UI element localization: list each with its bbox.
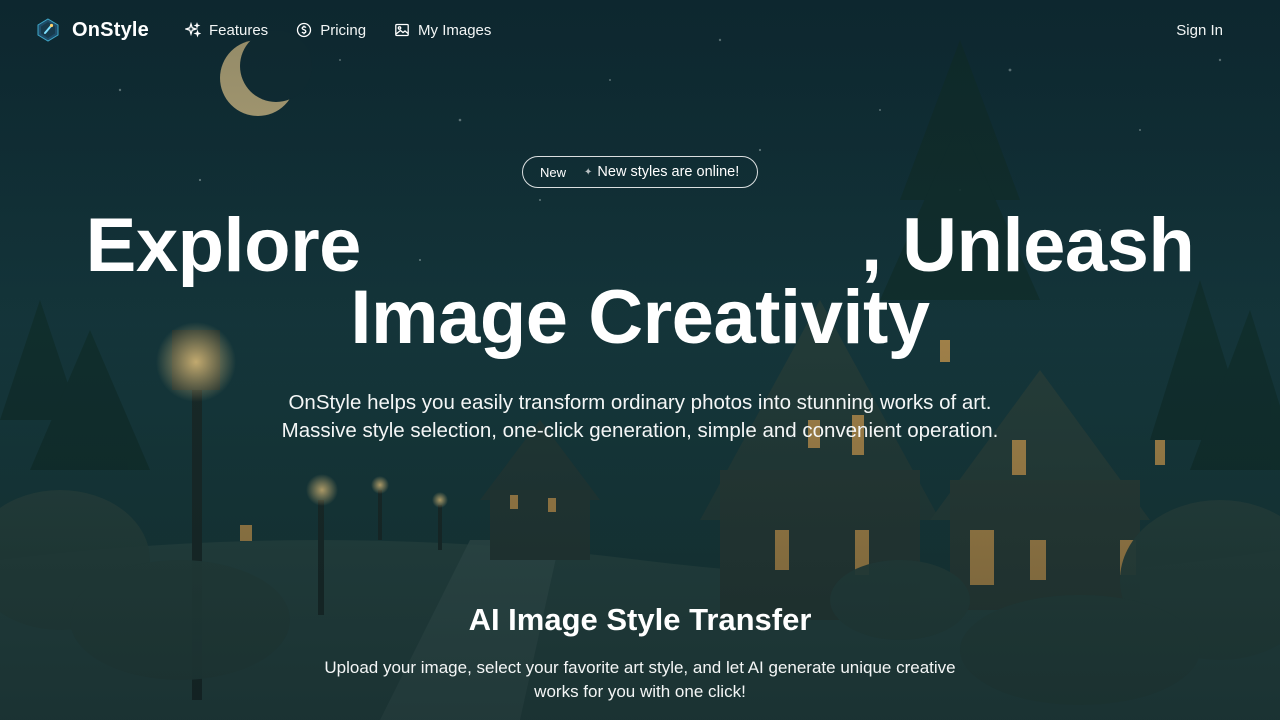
sparkle-icon: ✦ bbox=[584, 166, 593, 178]
nav-link-features[interactable]: Features bbox=[184, 21, 269, 39]
section-desc-line-2: works for you with one click! bbox=[534, 682, 746, 701]
badge-tag: New bbox=[540, 164, 567, 180]
badge-text: New styles are online! bbox=[597, 164, 740, 180]
sparkles-icon bbox=[184, 22, 201, 38]
hero-subtitle: OnStyle helps you easily transform ordin… bbox=[0, 389, 1280, 445]
image-icon bbox=[395, 23, 409, 37]
hero-headline: Explore , Unleash Image Creativity bbox=[0, 203, 1280, 360]
brand-logo[interactable]: OnStyle bbox=[36, 18, 149, 42]
top-navigation: OnStyle Features Pricing My Images Sign … bbox=[0, 0, 1280, 60]
nav-link-my-images[interactable]: My Images bbox=[394, 22, 491, 39]
logo-icon bbox=[37, 18, 59, 42]
section-desc-line-1: Upload your image, select your favorite … bbox=[324, 658, 956, 677]
nav-links: Features Pricing My Images bbox=[184, 21, 491, 39]
section-title: AI Image Style Transfer bbox=[468, 602, 812, 637]
headline-line-2: Image Creativity bbox=[350, 275, 930, 360]
section-description: Upload your image, select your favorite … bbox=[0, 656, 1280, 704]
subtitle-line-2: Massive style selection, one-click gener… bbox=[281, 419, 999, 442]
coin-icon bbox=[297, 22, 312, 38]
nav-link-label: My Images bbox=[418, 21, 492, 39]
headline-part-1: Explore bbox=[85, 203, 362, 288]
nav-link-pricing[interactable]: Pricing bbox=[296, 22, 366, 39]
headline-part-2: , Unleash bbox=[860, 203, 1195, 288]
nav-link-label: Features bbox=[208, 21, 269, 39]
headline-line-1: Explore , Unleash bbox=[0, 203, 1280, 288]
nav-link-label: Pricing bbox=[320, 21, 367, 39]
subtitle-line-1: OnStyle helps you easily transform ordin… bbox=[288, 391, 992, 414]
brand-name: OnStyle bbox=[72, 18, 149, 41]
sign-in-link[interactable]: Sign In bbox=[1176, 22, 1223, 39]
announcement-badge[interactable]: New ✦ New styles are online! bbox=[522, 156, 758, 188]
